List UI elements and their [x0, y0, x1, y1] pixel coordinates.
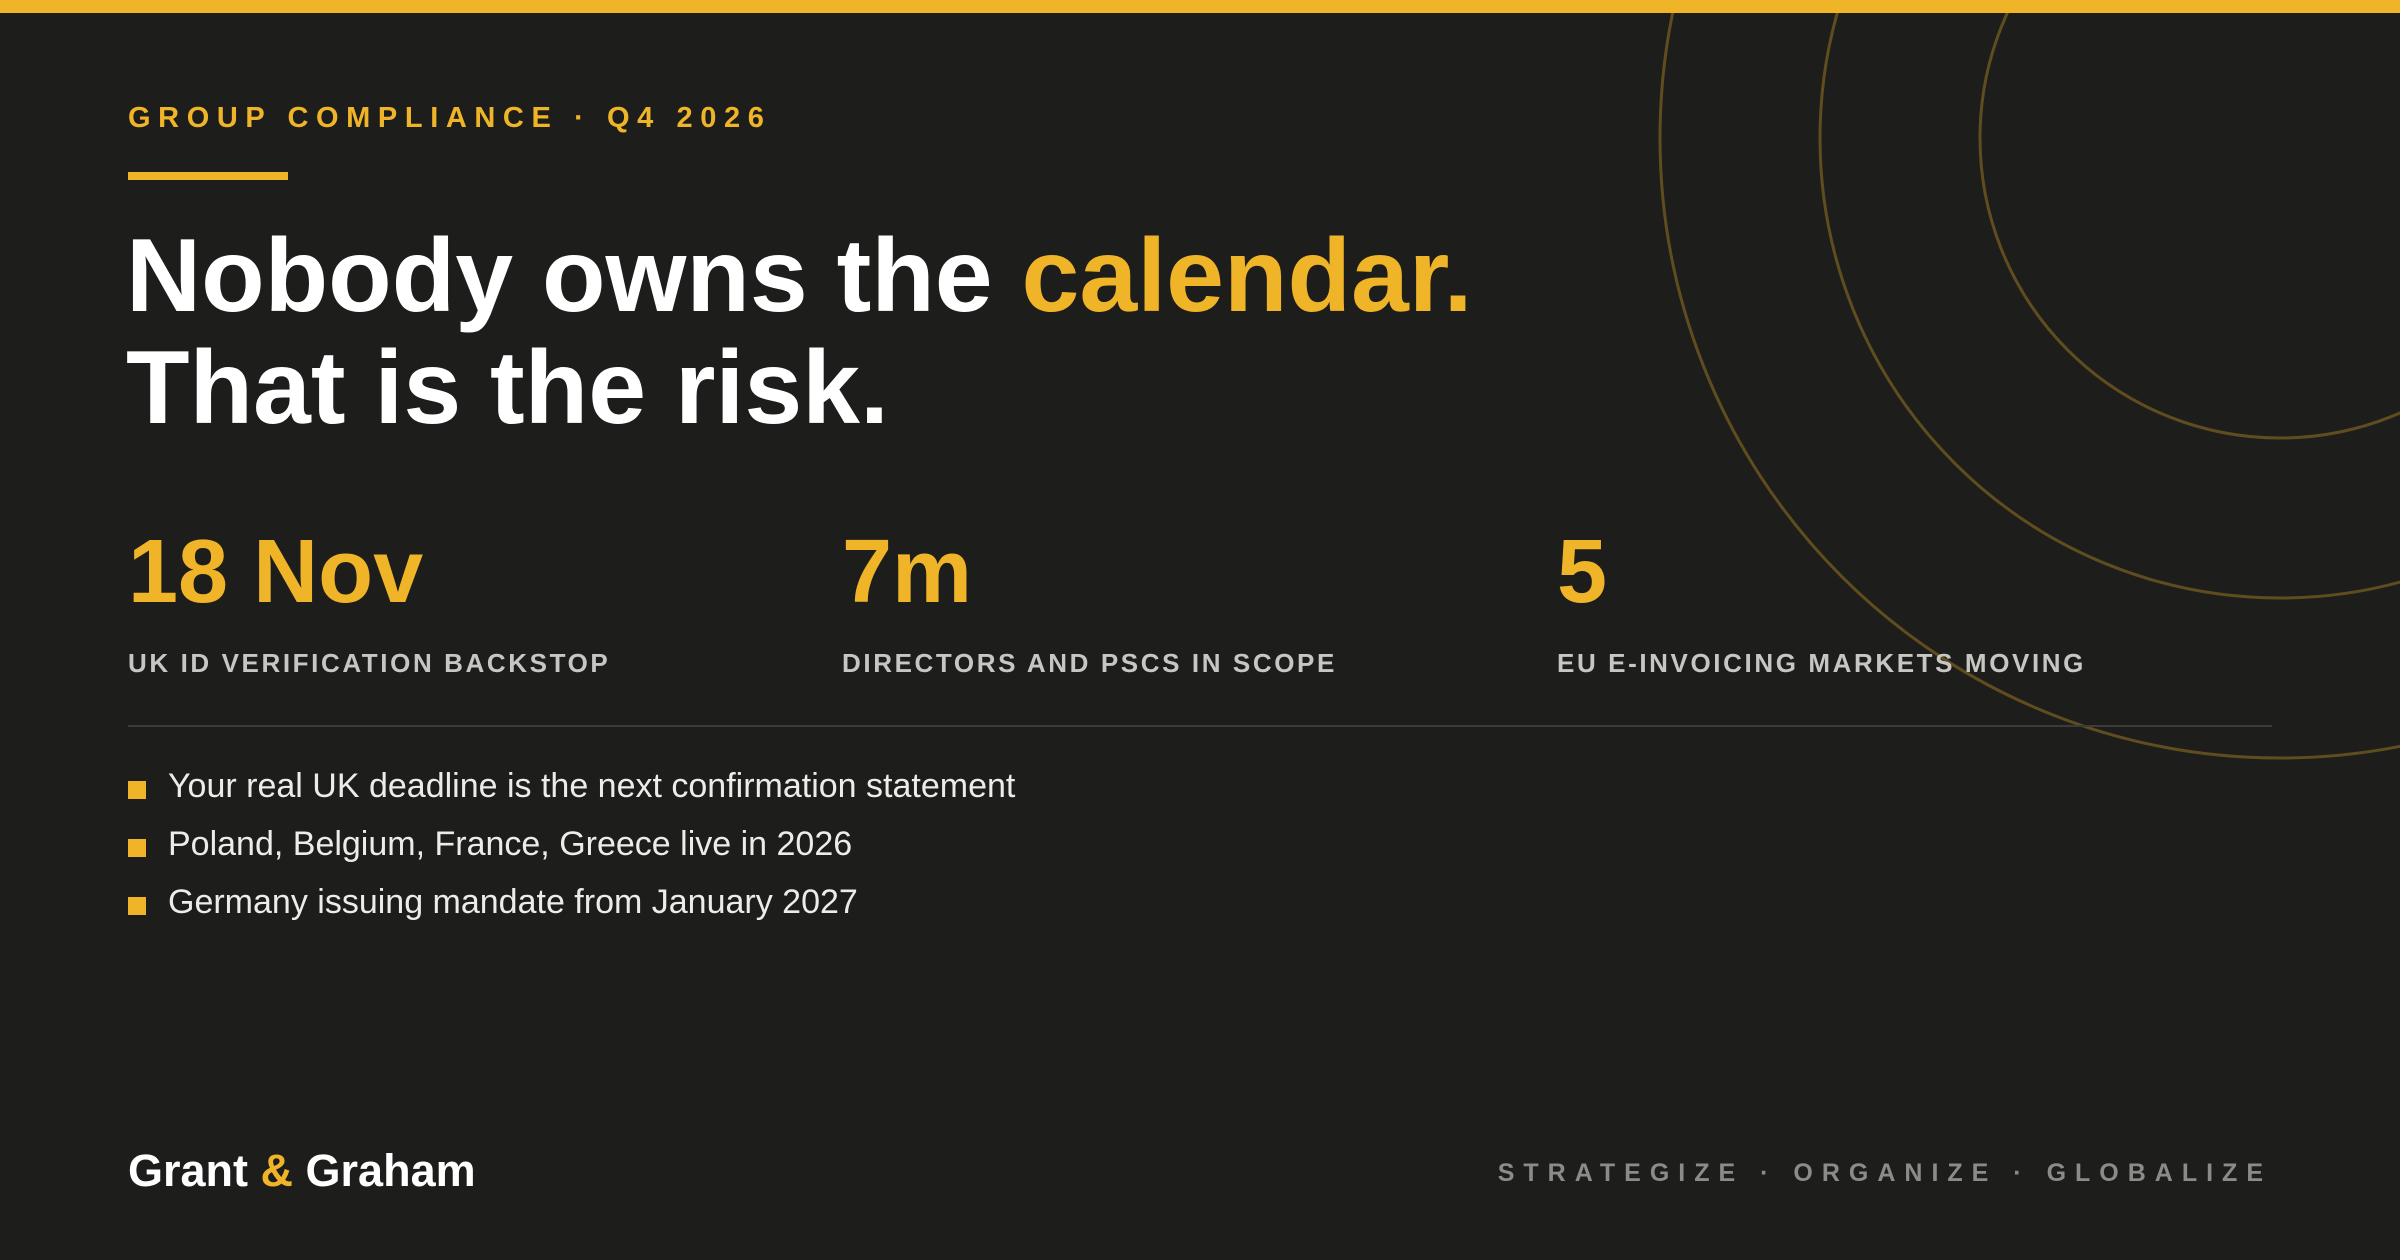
stat-directors: 7m DIRECTORS AND PSCS IN SCOPE [842, 522, 1337, 676]
stat-value: 7m [842, 522, 973, 622]
stat-label: EU E-INVOICING MARKETS MOVING [1557, 648, 2086, 678]
square-bullet-icon [128, 897, 146, 915]
ring-inner [1978, 0, 2400, 440]
eyebrow-label: GROUP COMPLIANCE · Q4 2026 [128, 102, 772, 134]
top-accent-bar [0, 0, 2400, 13]
section-divider [128, 725, 2272, 727]
stat-markets: 5 EU E-INVOICING MARKETS MOVING [1557, 522, 2086, 676]
stat-value: 18 Nov [128, 522, 424, 622]
stat-value: 5 [1557, 522, 1608, 622]
brand-ampersand: & [260, 1145, 294, 1196]
tagline: STRATEGIZE · ORGANIZE · GLOBALIZE [1497, 1159, 2272, 1187]
ring-middle [1818, 0, 2400, 600]
list-item-text: Poland, Belgium, France, Greece live in … [168, 825, 853, 863]
stat-deadline: 18 Nov UK ID VERIFICATION BACKSTOP [128, 522, 610, 676]
list-item-text: Your real UK deadline is the next confir… [168, 767, 1016, 805]
list-item: Your real UK deadline is the next confir… [128, 764, 1015, 822]
headline-line-2: That is the risk. [126, 330, 889, 446]
list-item-text: Germany issuing mandate from January 202… [168, 883, 858, 921]
bullet-list: Your real UK deadline is the next confir… [128, 764, 1015, 938]
stat-label: DIRECTORS AND PSCS IN SCOPE [842, 648, 1337, 678]
brand-name-part-1: Grant [128, 1145, 261, 1196]
brand-name-part-2: Graham [293, 1145, 476, 1196]
square-bullet-icon [128, 781, 146, 799]
brand-logo: Grant & Graham [128, 1148, 476, 1193]
square-bullet-icon [128, 839, 146, 857]
headline: Nobody owns the calendar. That is the ri… [126, 220, 1472, 444]
headline-line-1: Nobody owns the calendar. [126, 220, 1472, 332]
list-item: Germany issuing mandate from January 202… [128, 880, 1015, 938]
headline-accent-word: calendar. [1021, 218, 1473, 334]
stat-label: UK ID VERIFICATION BACKSTOP [128, 648, 611, 678]
list-item: Poland, Belgium, France, Greece live in … [128, 822, 1015, 880]
eyebrow-underline [128, 172, 288, 180]
headline-line-1-text: Nobody owns the [126, 218, 1022, 334]
